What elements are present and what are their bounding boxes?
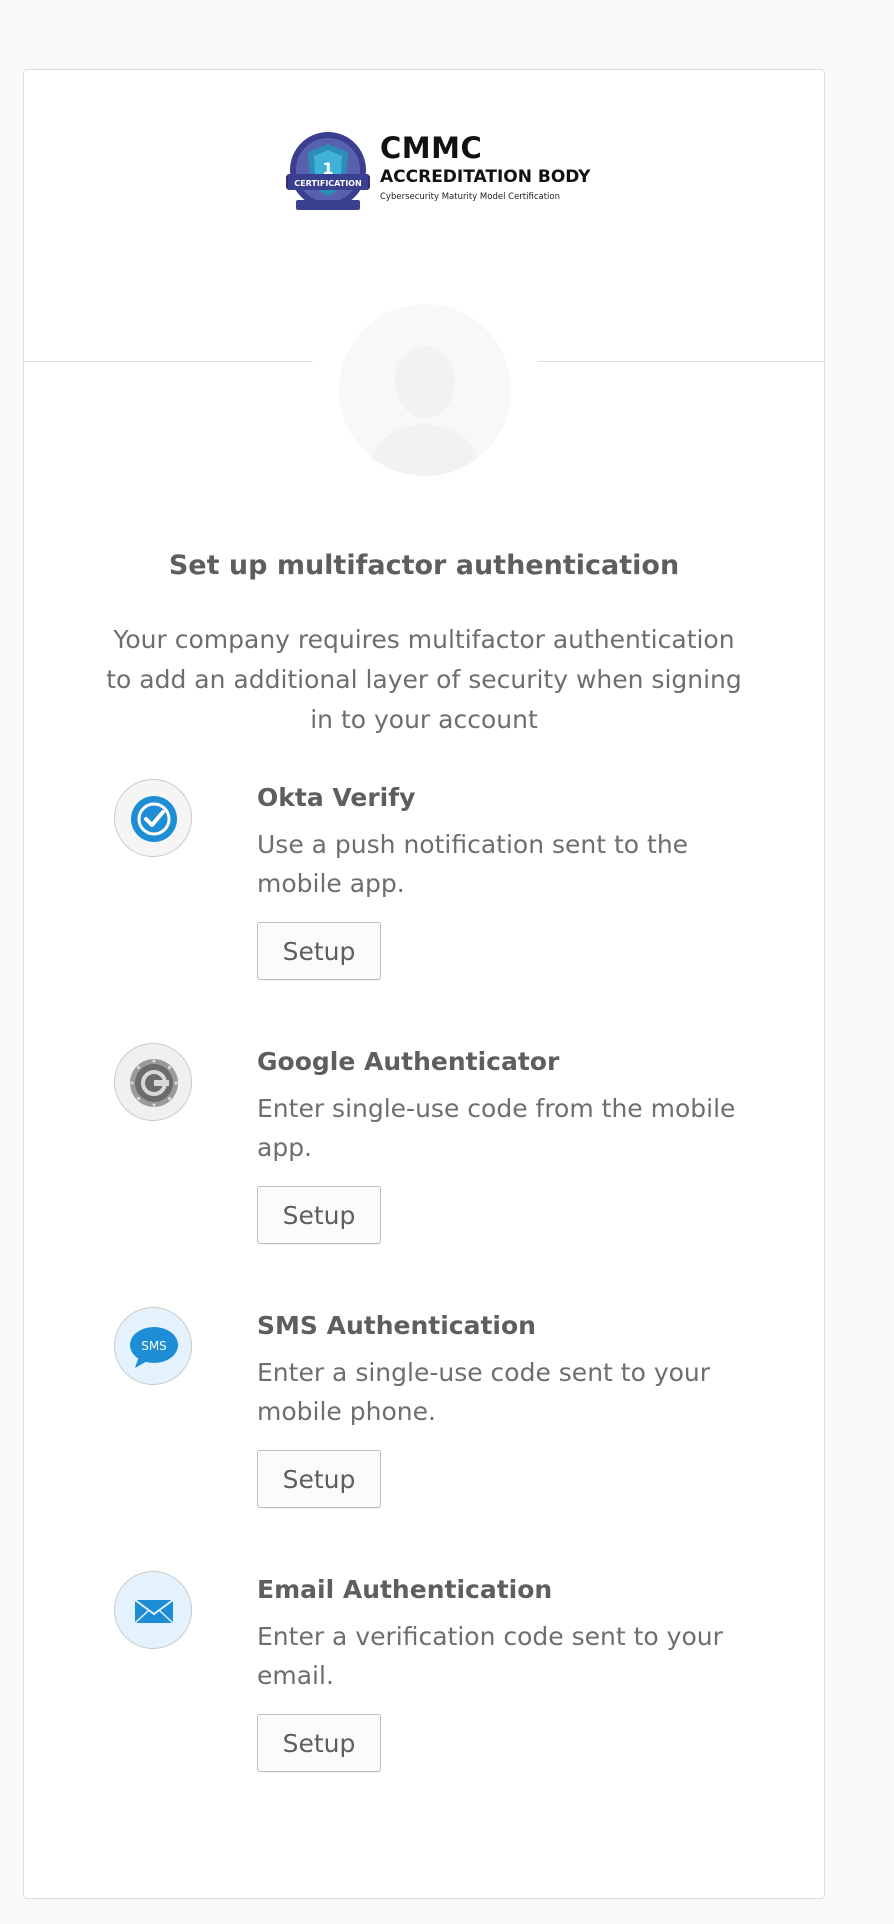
factor-description: Use a push notification sent to the mobi…: [257, 830, 689, 898]
mfa-card: 1 CERTIFICATION CMMC ACCREDITATION BODY …: [23, 69, 825, 1899]
avatar-frame: [309, 274, 541, 506]
sms-icon: SMS: [114, 1307, 192, 1385]
factor-okta-verify: Okta Verify Use a push notification sent…: [114, 779, 764, 980]
google-authenticator-icon: [114, 1043, 192, 1121]
factor-title: SMS Authentication: [257, 1311, 536, 1340]
factor-title: Okta Verify: [257, 783, 416, 812]
cmmc-logo: 1 CERTIFICATION CMMC ACCREDITATION BODY …: [284, 128, 590, 218]
setup-email-authentication-button[interactable]: Setup: [257, 1714, 381, 1772]
logo-title: CMMC: [380, 131, 483, 165]
factor-description: Enter a verification code sent to your e…: [257, 1622, 723, 1690]
avatar: [339, 304, 511, 476]
page-title: Set up multifactor authentication: [168, 550, 680, 581]
user-silhouette-icon: [369, 346, 481, 476]
cmmc-badge-icon: 1 CERTIFICATION: [286, 132, 370, 210]
factor-title: Email Authentication: [257, 1575, 553, 1604]
logo-text: CMMC ACCREDITATION BODY Cybersecurity Ma…: [380, 132, 590, 203]
envelope-icon: [114, 1571, 192, 1649]
setup-sms-authentication-button[interactable]: Setup: [257, 1450, 381, 1508]
factor-sms-authentication: SMS SMS Authentication Enter a single-us…: [114, 1307, 764, 1508]
factor-google-authenticator: Google Authenticator Enter single-use co…: [114, 1043, 764, 1244]
logo-tagline: Cybersecurity Maturity Model Certificati…: [380, 192, 561, 202]
factor-title: Google Authenticator: [257, 1047, 560, 1076]
factor-email-authentication: Email Authentication Enter a verificatio…: [114, 1571, 764, 1772]
factor-description: Enter single-use code from the mobile ap…: [257, 1094, 736, 1162]
setup-okta-verify-button[interactable]: Setup: [257, 922, 381, 980]
setup-google-authenticator-button[interactable]: Setup: [257, 1186, 381, 1244]
factor-description: Enter a single-use code sent to your mob…: [257, 1358, 711, 1426]
logo-subtitle: ACCREDITATION BODY: [380, 167, 591, 187]
okta-verify-icon: [114, 779, 192, 857]
svg-text:CERTIFICATION: CERTIFICATION: [294, 179, 361, 188]
svg-text:SMS: SMS: [141, 1339, 167, 1353]
intro-text: Your company requires multifactor authen…: [106, 625, 742, 734]
